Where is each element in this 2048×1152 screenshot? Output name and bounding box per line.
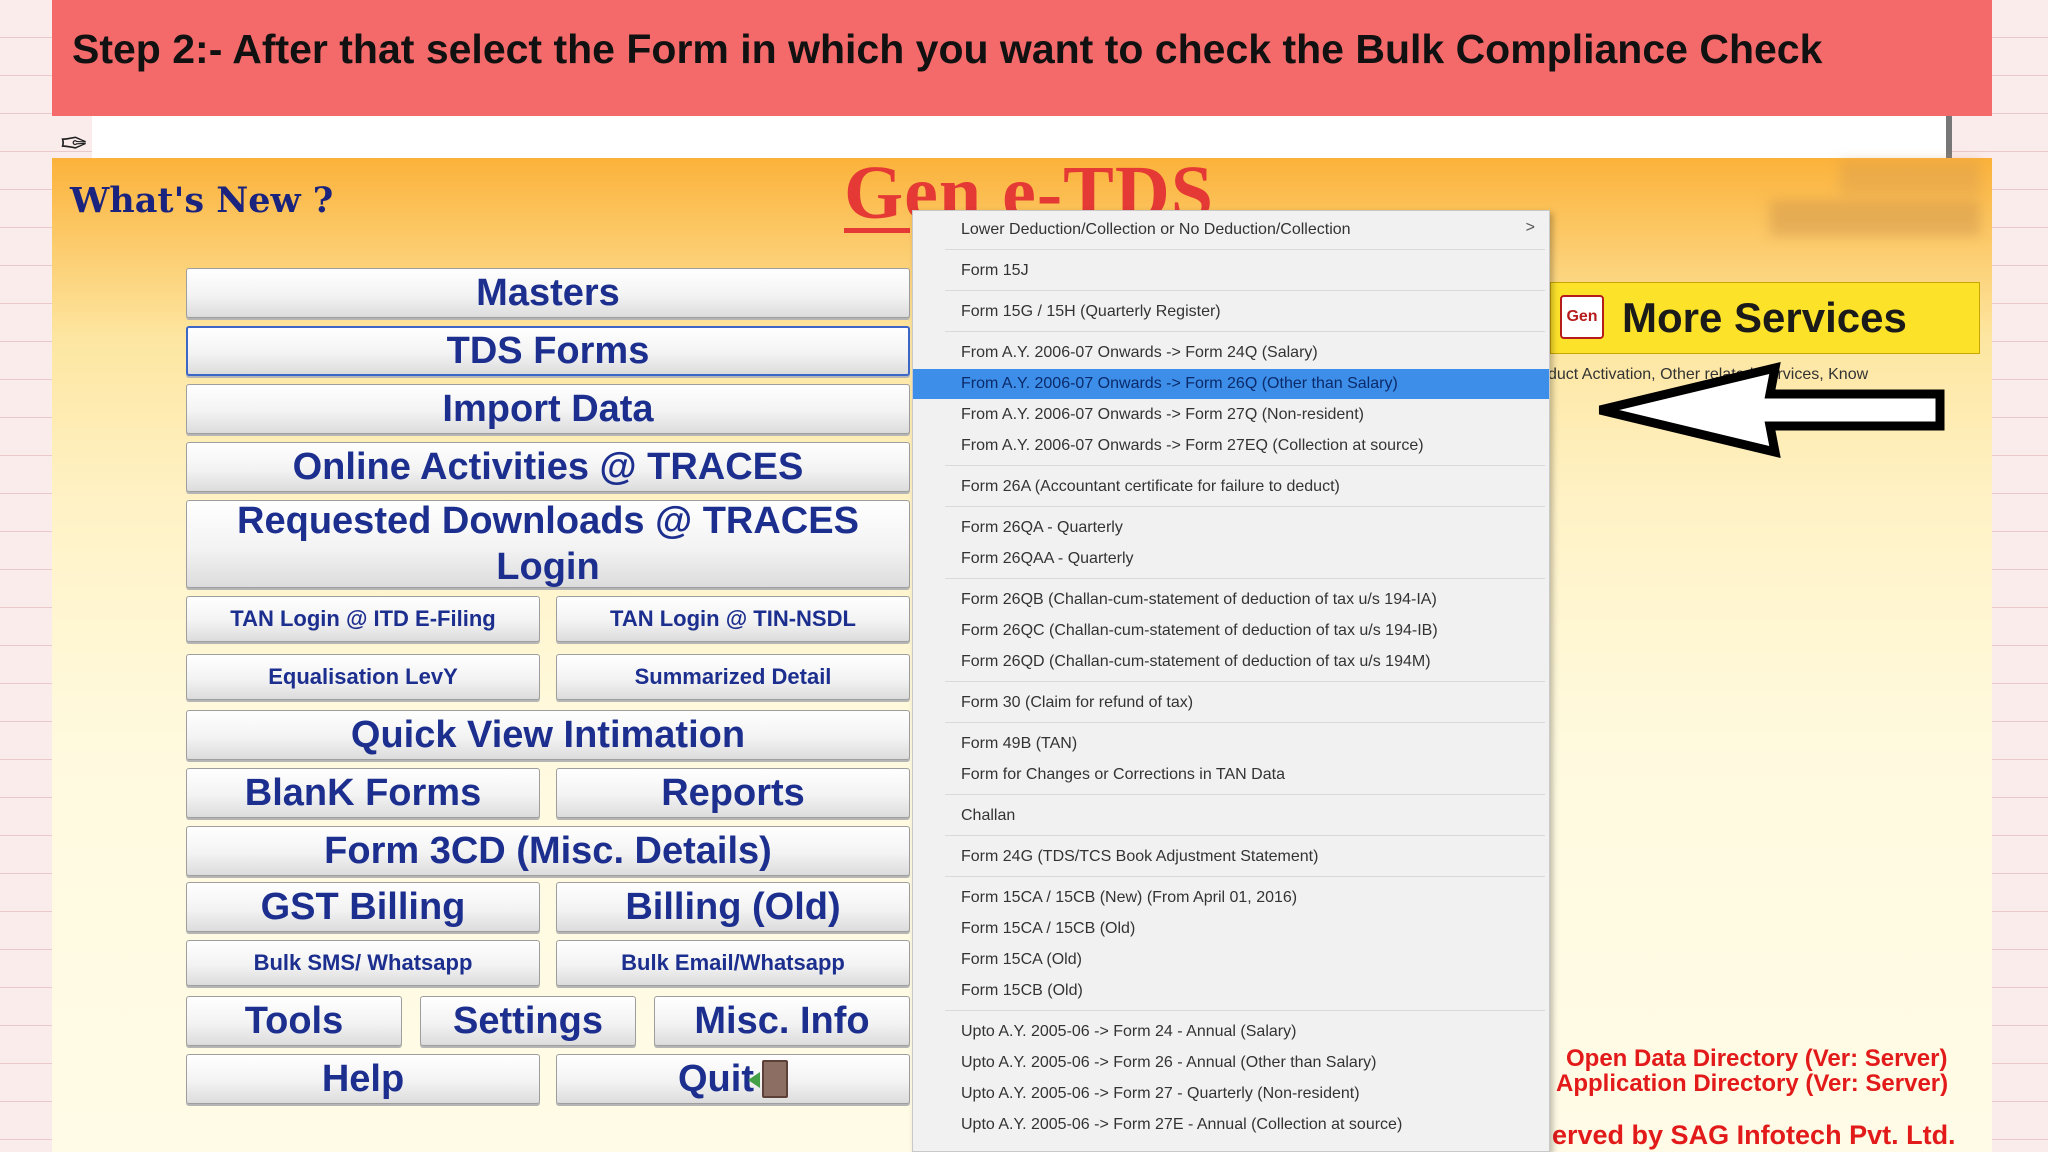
gst-billing-button[interactable]: GST Billing [186,882,540,932]
menu-item-form-26qc[interactable]: Form 26QC (Challan-cum-statement of dedu… [913,616,1549,646]
bulk-email-button[interactable]: Bulk Email/Whatsapp [556,940,910,986]
menu-item-form-26-annual[interactable]: Upto A.Y. 2005-06 -> Form 26 - Annual (O… [913,1048,1549,1078]
chevron-right-icon: > [1525,219,1535,236]
exit-door-icon [747,1060,788,1098]
logo-underline [844,228,910,233]
menu-item-form-27q[interactable]: From A.Y. 2006-07 Onwards -> Form 27Q (N… [913,400,1549,430]
menu-item-form-15ca-old[interactable]: Form 15CA (Old) [913,945,1549,975]
settings-button[interactable]: Settings [420,996,636,1046]
tan-login-nsdl-button[interactable]: TAN Login @ TIN-NSDL [556,596,910,642]
tools-button[interactable]: Tools [186,996,402,1046]
blurred-info [1770,200,1980,236]
equalisation-levy-button[interactable]: Equalisation LevY [186,654,540,700]
open-data-directory-link[interactable]: Open Data Directory (Ver: Server) [1566,1045,1947,1073]
masters-button[interactable]: Masters [186,268,910,318]
blank-forms-button[interactable]: BlanK Forms [186,768,540,818]
menu-item-form-24g[interactable]: Form 24G (TDS/TCS Book Adjustment Statem… [913,842,1549,872]
quit-label: Quit [678,1057,754,1100]
tds-forms-dropdown-menu: Lower Deduction/Collection or No Deducti… [912,210,1550,1152]
menu-item-form-24q[interactable]: From A.Y. 2006-07 Onwards -> Form 24Q (S… [913,338,1549,368]
blurred-info [1840,160,1980,194]
quick-view-intimation-button[interactable]: Quick View Intimation [186,710,910,760]
help-button[interactable]: Help [186,1054,540,1104]
copyright-text: erved by SAG Infotech Pvt. Ltd. [1552,1120,1956,1150]
tds-forms-button[interactable]: TDS Forms [186,326,910,376]
instruction-banner: Step 2:- After that select the Form in w… [52,0,1992,116]
summarized-detail-button[interactable]: Summarized Detail [556,654,910,700]
menu-item-form-26qaa[interactable]: Form 26QAA - Quarterly [913,544,1549,574]
import-data-button[interactable]: Import Data [186,384,910,434]
quit-button[interactable]: Quit [556,1054,910,1104]
menu-item-lower-deduction[interactable]: Lower Deduction/Collection or No Deducti… [913,215,1549,245]
billing-old-button[interactable]: Billing (Old) [556,882,910,932]
menu-item-form-15cb-old[interactable]: Form 15CB (Old) [913,976,1549,1006]
menu-item-tan-corrections[interactable]: Form for Changes or Corrections in TAN D… [913,760,1549,790]
menu-item-form-27-quarterly[interactable]: Upto A.Y. 2005-06 -> Form 27 - Quarterly… [913,1079,1549,1109]
bulk-sms-button[interactable]: Bulk SMS/ Whatsapp [186,940,540,986]
menu-item-form-30[interactable]: Form 30 (Claim for refund of tax) [913,688,1549,718]
tan-login-itd-button[interactable]: TAN Login @ ITD E-Filing [186,596,540,642]
more-services-label: More Services [1622,294,1907,341]
reports-button[interactable]: Reports [556,768,910,818]
menu-item-form-26q[interactable]: From A.Y. 2006-07 Onwards -> Form 26Q (O… [913,369,1549,399]
menu-item-form-27eq[interactable]: From A.Y. 2006-07 Onwards -> Form 27EQ (… [913,431,1549,461]
gen-logo-icon: Gen [1560,295,1604,339]
menu-item-form-26qb[interactable]: Form 26QB (Challan-cum-statement of dedu… [913,585,1549,615]
application-directory-link[interactable]: Application Directory (Ver: Server) [1556,1070,1948,1098]
menu-item-form-15ca-15cb-new[interactable]: Form 15CA / 15CB (New) (From April 01, 2… [913,883,1549,913]
misc-info-button[interactable]: Misc. Info [654,996,910,1046]
menu-item-form-26a[interactable]: Form 26A (Accountant certificate for fai… [913,472,1549,502]
menu-item-form-26qd[interactable]: Form 26QD (Challan-cum-statement of dedu… [913,647,1549,677]
form-3cd-button[interactable]: Form 3CD (Misc. Details) [186,826,910,876]
menu-item-label: Lower Deduction/Collection or No Deducti… [961,221,1351,238]
menu-item-form-27e-annual[interactable]: Upto A.Y. 2005-06 -> Form 27E - Annual (… [913,1110,1549,1140]
menu-item-form-24-annual[interactable]: Upto A.Y. 2005-06 -> Form 24 - Annual (S… [913,1017,1549,1047]
menu-item-form-15j[interactable]: Form 15J [913,256,1549,286]
menu-item-form-49b[interactable]: Form 49B (TAN) [913,729,1549,759]
menu-item-form-15ca-15cb-old[interactable]: Form 15CA / 15CB (Old) [913,914,1549,944]
instruction-text: Step 2:- After that select the Form in w… [72,26,1823,72]
whats-new-link[interactable]: What's New ? [70,180,333,221]
online-activities-button[interactable]: Online Activities @ TRACES [186,442,910,492]
menu-item-challan[interactable]: Challan [913,801,1549,831]
pointer-arrow-icon [1598,361,1945,459]
requested-downloads-button[interactable]: Requested Downloads @ TRACES Login [186,500,910,588]
menu-item-form-15g-15h[interactable]: Form 15G / 15H (Quarterly Register) [913,297,1549,327]
menu-item-form-26qa[interactable]: Form 26QA - Quarterly [913,513,1549,543]
